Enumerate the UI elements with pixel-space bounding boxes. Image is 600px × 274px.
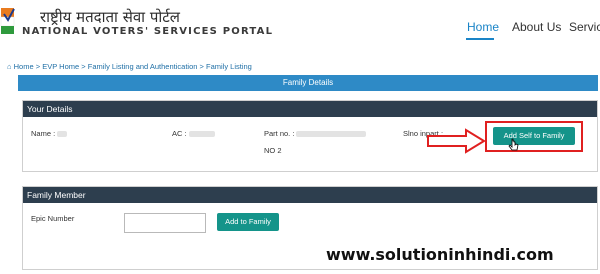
portal-title-english: NATIONAL VOTERS' SERVICES PORTAL — [22, 26, 274, 37]
family-details-banner: Family Details — [18, 75, 598, 91]
highlight-box — [485, 121, 583, 152]
breadcrumb-evp-home[interactable]: EVP Home — [42, 62, 79, 71]
part-value-redacted — [296, 131, 367, 138]
portal-title-hindi: राष्ट्रीय मतदाता सेवा पोर्टल — [40, 8, 180, 26]
name-label: Name : — [31, 129, 56, 138]
eci-logo-icon — [0, 8, 15, 34]
mouse-pointer-icon — [508, 138, 519, 151]
home-icon[interactable]: ⌂ — [7, 62, 12, 71]
nav-about-us[interactable]: About Us — [512, 20, 561, 34]
name-value-redacted — [57, 131, 68, 138]
breadcrumb-family-listing: Family Listing — [206, 62, 252, 71]
your-details-heading: Your Details — [23, 101, 597, 117]
epic-number-input[interactable] — [124, 213, 206, 233]
name-field: Name : — [31, 129, 68, 138]
part-value: NO 2 — [264, 146, 282, 155]
ac-label: AC : — [172, 129, 187, 138]
breadcrumb-family-auth[interactable]: Family Listing and Authentication — [88, 62, 198, 71]
breadcrumb-separator: > — [35, 62, 41, 71]
breadcrumb-home[interactable]: Home — [14, 62, 34, 71]
epic-number-label: Epic Number — [31, 214, 75, 223]
family-member-heading: Family Member — [23, 187, 597, 203]
breadcrumb: ⌂ Home > EVP Home > Family Listing and A… — [7, 62, 252, 71]
add-to-family-button[interactable]: Add to Family — [217, 213, 279, 231]
red-arrow-icon — [427, 128, 486, 154]
watermark-url: www.solutioninhindi.com — [326, 245, 554, 264]
part-label: Part no. : — [264, 129, 295, 138]
nav-home[interactable]: Home — [467, 20, 499, 34]
ac-field: AC : — [172, 129, 215, 138]
site-header: राष्ट्रीय मतदाता सेवा पोर्टल NATIONAL VO… — [0, 0, 600, 60]
nav-active-indicator — [466, 38, 494, 40]
part-field: Part no. : — [264, 129, 367, 138]
nav-services[interactable]: Service — [569, 20, 600, 34]
breadcrumb-separator: > — [199, 62, 204, 71]
ac-value-redacted — [188, 131, 215, 138]
breadcrumb-separator: > — [81, 62, 86, 71]
